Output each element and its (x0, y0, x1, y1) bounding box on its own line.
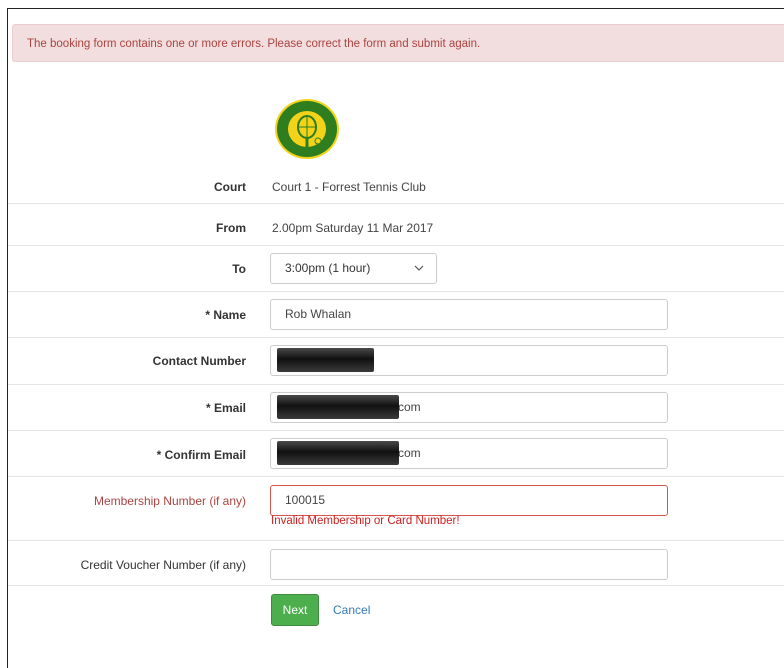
from-label: From (216, 221, 246, 235)
to-time-selected: 3:00pm (1 hour) (285, 261, 371, 275)
to-label: To (232, 262, 246, 276)
divider (8, 476, 784, 477)
name-label: * Name (205, 308, 246, 322)
divider (8, 585, 784, 586)
name-value: Rob Whalan (285, 307, 352, 321)
divider (8, 203, 784, 204)
error-alert: The booking form contains one or more er… (12, 24, 784, 62)
next-button[interactable]: Next (271, 594, 319, 626)
membership-number-input[interactable]: 100015 (270, 485, 668, 516)
to-time-select[interactable]: 3:00pm (1 hour) (270, 253, 437, 284)
divider (8, 384, 784, 385)
email-value-suffix: com (398, 400, 421, 414)
contact-label: Contact Number (152, 354, 246, 368)
divider (8, 540, 784, 541)
membership-label: Membership Number (if any) (93, 494, 246, 508)
confirm-email-value-suffix: com (398, 446, 421, 460)
court-value: Court 1 - Forrest Tennis Club (272, 180, 426, 194)
cancel-link[interactable]: Cancel (333, 603, 370, 617)
club-logo (275, 99, 339, 159)
redaction-box (277, 441, 399, 465)
name-input[interactable]: Rob Whalan (270, 299, 668, 330)
divider (8, 245, 784, 246)
redaction-box (277, 395, 399, 419)
from-value: 2.00pm Saturday 11 Mar 2017 (272, 221, 434, 235)
court-label: Court (214, 180, 246, 194)
divider (8, 337, 784, 338)
divider (8, 291, 784, 292)
voucher-label: Credit Voucher Number (if any) (80, 558, 246, 572)
membership-error-message: Invalid Membership or Card Number! (271, 515, 460, 527)
chevron-down-icon (414, 265, 424, 271)
divider (8, 430, 784, 431)
email-label: * Email (205, 401, 246, 415)
membership-value: 100015 (285, 493, 326, 507)
redaction-box (277, 348, 374, 372)
credit-voucher-input[interactable] (270, 549, 668, 580)
confirm-email-label: * Confirm Email (156, 448, 246, 462)
